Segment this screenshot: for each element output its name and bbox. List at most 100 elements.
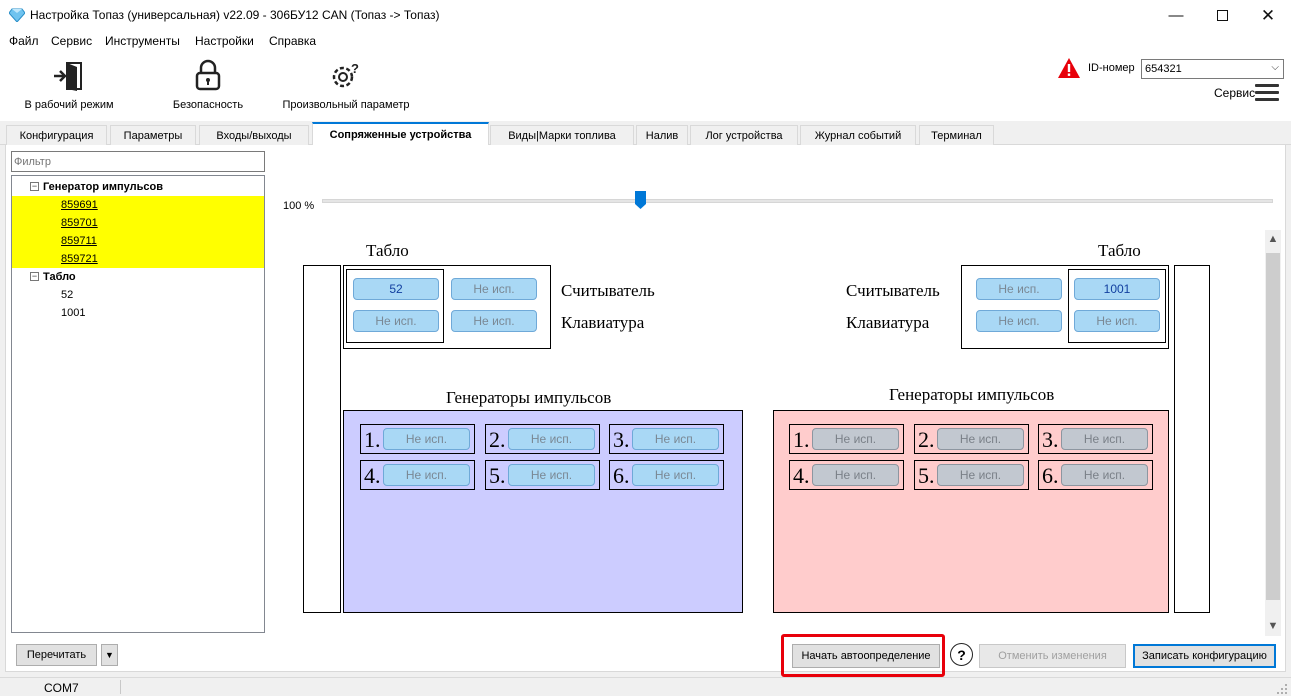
- left-column-frame: [303, 265, 341, 613]
- right-generator-2: 2. Не исп.: [914, 424, 1029, 454]
- work-mode-button[interactable]: В рабочий режим: [20, 51, 118, 117]
- menu-bar: Файл Сервис Инструменты Настройки Справк…: [0, 31, 1291, 51]
- menu-settings[interactable]: Настройки: [195, 34, 254, 48]
- right-generator-3: 3. Не исп.: [1038, 424, 1153, 454]
- warning-icon: [1058, 58, 1080, 78]
- status-divider: [120, 680, 121, 694]
- left-generators-title: Генераторы импульсов: [446, 388, 612, 407]
- help-icon[interactable]: ?: [950, 643, 973, 666]
- left-generator-1: 1. Не исп.: [360, 424, 475, 454]
- generator-value[interactable]: Не исп.: [632, 428, 719, 450]
- maximize-icon[interactable]: [1199, 0, 1245, 31]
- custom-param-button[interactable]: ? Произвольный параметр: [280, 51, 412, 117]
- tree-item[interactable]: 859721: [12, 250, 264, 268]
- zoom-slider-thumb[interactable]: [635, 191, 646, 209]
- left-generator-5: 5. Не исп.: [485, 460, 600, 490]
- tree-group-tablo[interactable]: − Табло: [12, 268, 264, 286]
- right-keyboard-label: Клавиатура: [846, 313, 930, 332]
- left-reader-1[interactable]: 52: [353, 278, 439, 300]
- left-reader-2[interactable]: Не исп.: [451, 278, 537, 300]
- left-generator-2: 2. Не исп.: [485, 424, 600, 454]
- left-keyboard-2[interactable]: Не исп.: [451, 310, 537, 332]
- generator-value[interactable]: Не исп.: [508, 428, 595, 450]
- left-tablo-title: Табло: [366, 241, 409, 260]
- generator-value[interactable]: Не исп.: [812, 428, 899, 450]
- gear-question-icon: ?: [332, 61, 359, 88]
- menu-tools[interactable]: Инструменты: [105, 34, 180, 48]
- scrollbar-thumb[interactable]: [1266, 253, 1280, 600]
- tree-item[interactable]: 859691: [12, 196, 264, 214]
- right-reader-label: Считыватель: [846, 281, 940, 300]
- id-number-value: 654321: [1145, 63, 1182, 75]
- diamond-icon: [9, 8, 25, 22]
- tree-item[interactable]: 859711: [12, 232, 264, 250]
- right-reader-1[interactable]: Не исп.: [976, 278, 1062, 300]
- filter-input[interactable]: [11, 151, 265, 172]
- id-number-label: ID-номер: [1088, 62, 1135, 74]
- device-tree[interactable]: − Генератор импульсов 859691 859701 8597…: [11, 175, 265, 633]
- generator-value[interactable]: Не исп.: [937, 428, 1024, 450]
- collapse-icon[interactable]: −: [30, 272, 39, 281]
- generator-value[interactable]: Не исп.: [508, 464, 595, 486]
- left-generator-3: 3. Не исп.: [609, 424, 724, 454]
- tab-terminal[interactable]: Терминал: [919, 125, 994, 145]
- tab-inputs-outputs[interactable]: Входы/выходы: [199, 125, 309, 145]
- zoom-slider[interactable]: [322, 199, 1273, 203]
- right-reader-2[interactable]: 1001: [1074, 278, 1160, 300]
- right-generator-5: 5. Не исп.: [914, 460, 1029, 490]
- left-reader-label: Считыватель: [561, 281, 655, 300]
- right-keyboard-1[interactable]: Не исп.: [976, 310, 1062, 332]
- generator-value[interactable]: Не исп.: [1061, 428, 1148, 450]
- right-generator-6: 6. Не исп.: [1038, 460, 1153, 490]
- left-keyboard-label: Клавиатура: [561, 313, 645, 332]
- tab-parameters[interactable]: Параметры: [110, 125, 196, 145]
- generator-value[interactable]: Не исп.: [383, 464, 470, 486]
- tab-event-journal[interactable]: Журнал событий: [800, 125, 916, 145]
- highlight-frame: [781, 634, 945, 677]
- window-title: Настройка Топаз (универсальная) v22.09 -…: [30, 8, 440, 22]
- exit-door-icon: [54, 62, 82, 91]
- right-generators-title: Генераторы импульсов: [889, 385, 1055, 404]
- right-keyboard-2[interactable]: Не исп.: [1074, 310, 1160, 332]
- generator-value[interactable]: Не исп.: [632, 464, 719, 486]
- menu-service[interactable]: Сервис: [51, 34, 92, 48]
- generator-value[interactable]: Не исп.: [812, 464, 899, 486]
- menu-help[interactable]: Справка: [269, 34, 316, 48]
- tree-item[interactable]: 52: [12, 286, 264, 304]
- resize-grip-icon[interactable]: [1277, 683, 1288, 694]
- right-tablo-title: Табло: [1098, 241, 1141, 260]
- generator-value[interactable]: Не исп.: [1061, 464, 1148, 486]
- tab-configuration[interactable]: Конфигурация: [6, 125, 107, 145]
- left-keyboard-1[interactable]: Не исп.: [353, 310, 439, 332]
- left-generator-6: 6. Не исп.: [609, 460, 724, 490]
- minimize-icon[interactable]: —: [1153, 0, 1199, 31]
- security-button[interactable]: Безопасность: [165, 51, 251, 117]
- tree-item[interactable]: 1001: [12, 304, 264, 322]
- service-label: Сервис: [1214, 86, 1256, 100]
- cancel-changes-button[interactable]: Отменить изменения: [979, 644, 1126, 668]
- close-icon[interactable]: ✕: [1245, 0, 1291, 31]
- tab-device-log[interactable]: Лог устройства: [690, 125, 798, 145]
- chevron-down-icon: ⌵: [1271, 62, 1279, 73]
- tab-fuel-types[interactable]: Виды|Марки топлива: [490, 125, 634, 145]
- right-column-frame: [1174, 265, 1210, 613]
- reread-button[interactable]: Перечитать: [16, 644, 97, 666]
- scroll-down-icon[interactable]: ▼: [1265, 620, 1281, 638]
- tab-filling[interactable]: Налив: [636, 125, 688, 145]
- tree-group-generators[interactable]: − Генератор импульсов: [12, 178, 264, 196]
- tab-bar: Конфигурация Параметры Входы/выходы Сопр…: [0, 121, 1291, 146]
- reread-dropdown-icon[interactable]: ▼: [101, 644, 118, 666]
- tree-item[interactable]: 859701: [12, 214, 264, 232]
- collapse-icon[interactable]: −: [30, 182, 39, 191]
- id-number-select[interactable]: 654321 ⌵: [1141, 59, 1284, 79]
- toolbar: В рабочий режим Безопасность ? Произволь…: [0, 51, 1291, 121]
- write-config-button[interactable]: Записать конфигурацию: [1133, 644, 1276, 668]
- custom-param-label: Произвольный параметр: [282, 99, 410, 111]
- zoom-label: 100 %: [283, 200, 315, 212]
- hamburger-menu-icon[interactable]: [1255, 84, 1279, 102]
- menu-file[interactable]: Файл: [9, 34, 39, 48]
- generator-value[interactable]: Не исп.: [937, 464, 1024, 486]
- tab-paired-devices[interactable]: Сопряженные устройства: [312, 122, 489, 146]
- generator-value[interactable]: Не исп.: [383, 428, 470, 450]
- scroll-up-icon[interactable]: ▲: [1265, 233, 1281, 251]
